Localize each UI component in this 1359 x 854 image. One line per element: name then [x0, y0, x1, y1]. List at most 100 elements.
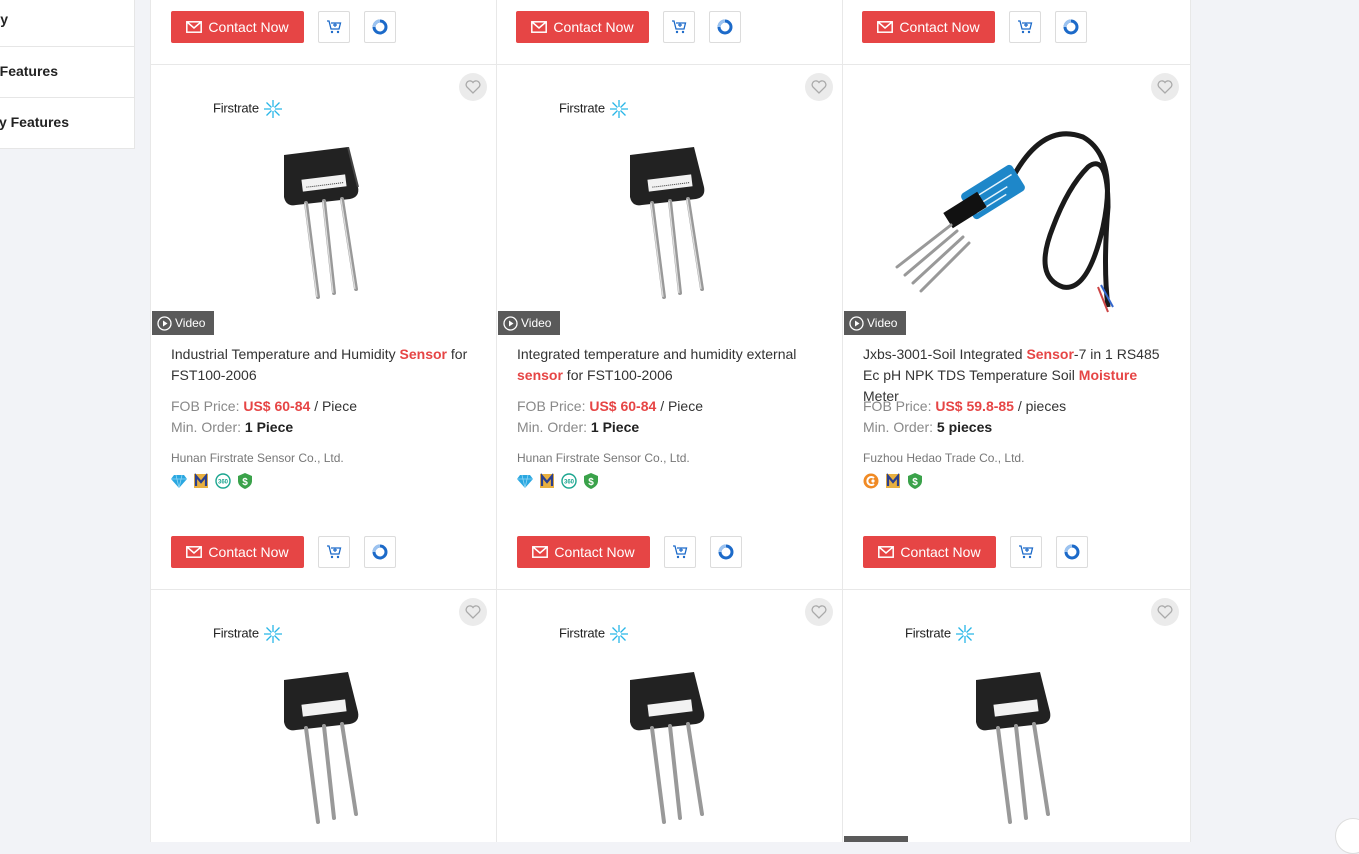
brand-logo-text: Firstrate: [559, 625, 605, 641]
contact-now-label: Contact Now: [208, 19, 289, 35]
chat-button[interactable]: [1055, 11, 1087, 43]
video-tag[interactable]: Video: [844, 311, 907, 335]
price-row: FOB Price: US$ 60-84 / Piece: [171, 398, 357, 414]
product-card[interactable]: Video Jxbs-3001-Soil Integrated Sensor-7…: [843, 65, 1188, 590]
add-to-cart-button[interactable]: [663, 11, 695, 43]
favorite-button[interactable]: [805, 598, 833, 626]
mail-icon: [186, 21, 203, 33]
chat-button[interactable]: [364, 536, 396, 568]
brand-logo: Firstrate: [905, 623, 976, 645]
brand-logo: Firstrate: [559, 98, 630, 120]
min-order-row: Min. Order: 1 Piece: [517, 419, 639, 435]
brand-logo-text: Firstrate: [905, 625, 951, 641]
title-text: for FST100-2006: [562, 367, 673, 383]
chat-button[interactable]: [1056, 536, 1088, 568]
video-label: Video: [867, 316, 898, 330]
product-title[interactable]: Industrial Temperature and Humidity Sens…: [171, 344, 476, 386]
supplier-badges: 360 $: [171, 473, 253, 489]
cart-icon: [1019, 545, 1034, 559]
sidebar-item-label: Category: [0, 11, 8, 27]
product-card[interactable]: Firstrate Video Integrated temperature a…: [497, 65, 842, 590]
chat-icon: [717, 19, 733, 35]
chat-icon: [372, 544, 388, 560]
title-highlight: Sensor: [399, 346, 447, 362]
chat-icon: [372, 19, 388, 35]
audited-supplier-icon[interactable]: [539, 473, 555, 489]
company-link[interactable]: Fuzhou Hedao Trade Co., Ltd.: [863, 451, 1024, 465]
product-title[interactable]: Integrated temperature and humidity exte…: [517, 344, 822, 386]
price-value: US$ 60-84: [243, 398, 311, 414]
diamond-icon[interactable]: [517, 473, 533, 489]
product-image[interactable]: Firstrate: [497, 590, 842, 842]
favorite-button[interactable]: [1151, 73, 1179, 101]
sidebar-item-company-features[interactable]: Company Features: [0, 98, 134, 148]
video-tag[interactable]: [844, 836, 908, 842]
360-icon[interactable]: 360: [561, 473, 577, 489]
contact-now-button[interactable]: Contact Now: [517, 536, 650, 568]
chat-icon: [718, 544, 734, 560]
sidebar-item-product-features[interactable]: Product Features: [0, 47, 134, 98]
product-image[interactable]: [843, 65, 1188, 335]
360-icon[interactable]: 360: [215, 473, 231, 489]
brand-logo-text: Firstrate: [213, 625, 259, 641]
contact-now-button[interactable]: Contact Now: [171, 536, 304, 568]
sensor-image: [284, 672, 359, 824]
video-tag[interactable]: Video: [498, 311, 561, 335]
video-tag[interactable]: Video: [152, 311, 215, 335]
add-to-cart-button[interactable]: [664, 536, 696, 568]
product-image[interactable]: Firstrate: [843, 590, 1188, 842]
sensor-image: [284, 147, 359, 299]
title-highlight: sensor: [517, 367, 563, 383]
floating-help-button[interactable]: [1335, 818, 1359, 854]
add-to-cart-button[interactable]: [1010, 536, 1042, 568]
min-order-value: 1 Piece: [244, 419, 294, 435]
burst-logo-icon: [610, 100, 629, 118]
filter-sidebar: Category Product Features Company Featur…: [0, 0, 135, 149]
gold-member-icon[interactable]: [863, 473, 879, 489]
chat-button[interactable]: [364, 11, 396, 43]
add-to-cart-button[interactable]: [318, 11, 350, 43]
product-card[interactable]: Firstrate: [843, 590, 1188, 842]
product-image[interactable]: Firstrate: [151, 65, 496, 335]
min-order-label: Min. Order:: [517, 419, 588, 435]
add-to-cart-button[interactable]: [318, 536, 350, 568]
price-label: FOB Price:: [863, 398, 932, 414]
audited-supplier-icon[interactable]: [885, 473, 901, 489]
title-highlight: Sensor: [1026, 346, 1074, 362]
favorite-button[interactable]: [459, 73, 487, 101]
heart-icon: [465, 605, 481, 619]
favorite-button[interactable]: [459, 598, 487, 626]
heart-icon: [465, 80, 481, 94]
company-link[interactable]: Hunan Firstrate Sensor Co., Ltd.: [517, 451, 690, 465]
favorite-button[interactable]: [1151, 598, 1179, 626]
secured-trading-icon[interactable]: $: [237, 473, 253, 489]
product-grid: Contact Now Contact Now Contact Now Firs…: [150, 0, 1191, 842]
secured-trading-icon[interactable]: $: [907, 473, 923, 489]
secured-trading-icon[interactable]: $: [583, 473, 599, 489]
audited-supplier-icon[interactable]: [193, 473, 209, 489]
contact-now-button[interactable]: Contact Now: [863, 536, 996, 568]
product-card[interactable]: Firstrate: [497, 590, 842, 842]
product-image[interactable]: Firstrate: [497, 65, 842, 335]
product-image[interactable]: Firstrate: [151, 590, 496, 842]
cart-icon: [327, 20, 342, 34]
contact-now-button[interactable]: Contact Now: [516, 11, 649, 43]
sensor-image: [630, 672, 705, 824]
add-to-cart-button[interactable]: [1009, 11, 1041, 43]
price-value: US$ 59.8-85: [935, 398, 1014, 414]
sidebar-item-category[interactable]: Category: [0, 0, 134, 47]
cart-icon: [327, 545, 342, 559]
product-card[interactable]: Firstrate Video Industrial Temperature a…: [151, 65, 496, 590]
contact-now-button[interactable]: Contact Now: [862, 11, 995, 43]
diamond-icon[interactable]: [171, 473, 187, 489]
product-card[interactable]: Firstrate: [151, 590, 496, 842]
favorite-button[interactable]: [805, 73, 833, 101]
chat-button[interactable]: [710, 536, 742, 568]
cart-icon: [672, 20, 687, 34]
company-link[interactable]: Hunan Firstrate Sensor Co., Ltd.: [171, 451, 344, 465]
brand-logo-text: Firstrate: [559, 100, 605, 116]
contact-now-button[interactable]: Contact Now: [171, 11, 304, 43]
min-order-row: Min. Order: 5 pieces: [863, 419, 992, 435]
chat-button[interactable]: [709, 11, 741, 43]
mail-icon: [878, 546, 895, 558]
